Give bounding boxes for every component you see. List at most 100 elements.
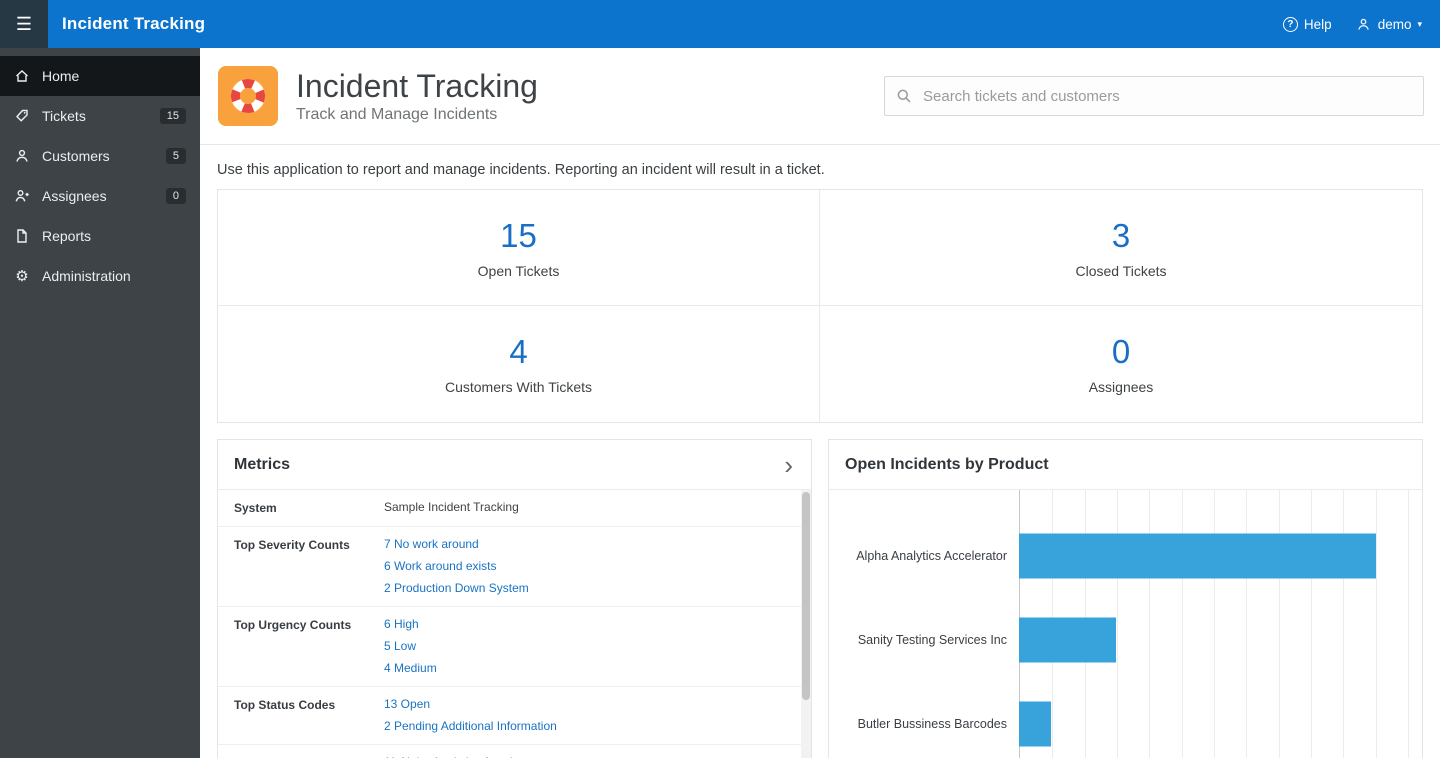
intro-text: Use this application to report and manag… (217, 162, 1423, 178)
search-box (884, 76, 1424, 116)
sidebar-item-administration[interactable]: ⚙ Administration (0, 256, 200, 296)
chart-track (1019, 598, 1408, 682)
sidebar-item-reports[interactable]: Reports (0, 216, 200, 256)
sidebar-item-home[interactable]: Home (0, 56, 200, 96)
chart-card: Open Incidents by Product Alpha Analytic… (828, 439, 1423, 758)
metrics-body: System Sample Incident Tracking Top Seve… (218, 490, 811, 758)
stat-card-customers-with-tickets[interactable]: 4 Customers With Tickets (218, 306, 820, 422)
page-titles: Incident Tracking Track and Manage Incid… (296, 68, 538, 124)
stat-card-open-tickets[interactable]: 15 Open Tickets (218, 190, 820, 306)
metric-link[interactable]: 6 Work around exists (384, 559, 529, 573)
metric-label: System (234, 500, 384, 515)
search-input[interactable] (921, 87, 1412, 106)
stat-label: Closed Tickets (1075, 263, 1166, 279)
sidebar-item-customers[interactable]: Customers 5 (0, 136, 200, 176)
page-title: Incident Tracking (296, 68, 538, 105)
user-label: demo (1378, 17, 1412, 32)
assignees-count-badge: 0 (166, 188, 186, 204)
sidebar-item-label: Reports (42, 228, 91, 244)
chart-row: Sanity Testing Services Inc (829, 598, 1408, 682)
stat-value: 15 (500, 217, 537, 255)
help-link[interactable]: ? Help (1283, 17, 1332, 32)
stat-value: 3 (1112, 217, 1130, 255)
metrics-expand-button[interactable]: › (782, 452, 795, 478)
chevron-right-icon: › (784, 450, 793, 480)
topbar: ☰ Incident Tracking ? Help demo ▾ (0, 0, 1440, 48)
gear-icon: ⚙ (14, 268, 30, 284)
chart-category-label: Sanity Testing Services Inc (829, 633, 1019, 647)
sidebar: Home Tickets 15 Customers 5 (0, 48, 200, 758)
stat-card-closed-tickets[interactable]: 3 Closed Tickets (820, 190, 1422, 306)
metrics-scrollbar-thumb[interactable] (802, 492, 810, 700)
metric-link[interactable]: 6 High (384, 617, 437, 631)
metric-label: Top Status Codes (234, 697, 384, 733)
person-plus-icon (14, 188, 30, 204)
app-root: ☰ Incident Tracking ? Help demo ▾ (0, 0, 1440, 758)
chart-title: Open Incidents by Product (845, 456, 1049, 474)
app-title: Incident Tracking (62, 14, 205, 34)
metric-label: Top Severity Counts (234, 537, 384, 595)
metric-row-status: Top Status Codes 13 Open 2 Pending Addit… (218, 687, 811, 745)
chart-body: Alpha Analytics Accelerator Sanity Testin… (829, 490, 1422, 758)
sidebar-item-assignees[interactable]: Assignees 0 (0, 176, 200, 216)
document-icon (14, 228, 30, 244)
sidebar-item-label: Assignees (42, 188, 107, 204)
sidebar-item-label: Administration (42, 268, 131, 284)
chart-bar[interactable] (1019, 618, 1116, 663)
customers-count-badge: 5 (166, 148, 186, 164)
caret-down-icon: ▾ (1417, 20, 1422, 29)
stat-card-assignees[interactable]: 0 Assignees (820, 306, 1422, 422)
user-menu[interactable]: demo ▾ (1356, 16, 1422, 32)
chart-row: Butler Bussiness Barcodes (829, 682, 1408, 758)
chart-track (1019, 514, 1408, 598)
metric-link[interactable]: 7 No work around (384, 537, 529, 551)
chart-category-label: Butler Bussiness Barcodes (829, 717, 1019, 731)
metric-row-system: System Sample Incident Tracking (218, 490, 811, 527)
metric-link[interactable]: 4 Medium (384, 661, 437, 675)
content-area: Use this application to report and manag… (200, 162, 1440, 758)
sidebar-item-label: Home (42, 68, 79, 84)
help-icon: ? (1283, 17, 1298, 32)
stat-label: Customers With Tickets (445, 379, 592, 395)
sidebar-item-tickets[interactable]: Tickets 15 (0, 96, 200, 136)
metric-row-severity: Top Severity Counts 7 No work around 6 W… (218, 527, 811, 607)
metric-link[interactable]: 13 Open (384, 697, 557, 711)
person-icon (14, 148, 30, 164)
metric-label: Top Urgency Counts (234, 617, 384, 675)
stats-grid: 15 Open Tickets 3 Closed Tickets 4 Custo… (217, 189, 1423, 423)
page-subtitle: Track and Manage Incidents (296, 106, 538, 124)
lower-panels: Metrics › System Sample Incident Trackin… (217, 439, 1423, 758)
topbar-actions: ? Help demo ▾ (1283, 16, 1440, 32)
chart-category-label: Alpha Analytics Accelerator (829, 549, 1019, 563)
chart-bar[interactable] (1019, 534, 1376, 579)
main-content: Incident Tracking Track and Manage Incid… (200, 48, 1440, 758)
metric-link[interactable]: 5 Low (384, 639, 437, 653)
chart-track (1019, 682, 1408, 758)
sidebar-item-label: Tickets (42, 108, 86, 124)
tag-icon (14, 108, 30, 124)
metric-link[interactable]: 2 Pending Additional Information (384, 719, 557, 733)
stat-value: 0 (1112, 333, 1130, 371)
metric-row-urgency: Top Urgency Counts 6 High 5 Low 4 Medium (218, 607, 811, 687)
stat-label: Open Tickets (478, 263, 560, 279)
stat-value: 4 (509, 333, 527, 371)
app-logo-icon (218, 66, 278, 126)
metrics-scrollbar (801, 490, 811, 758)
help-label: Help (1304, 17, 1332, 32)
chart-card-header: Open Incidents by Product (829, 440, 1422, 490)
user-icon (1356, 16, 1372, 32)
metric-link[interactable]: 2 Production Down System (384, 581, 529, 595)
menu-toggle-button[interactable]: ☰ (0, 0, 48, 48)
chart-row: Alpha Analytics Accelerator (829, 514, 1408, 598)
metrics-card-header: Metrics › (218, 440, 811, 490)
metric-row-products: Top Products 11 Alpha Analytics Accelera… (218, 745, 811, 758)
stat-label: Assignees (1089, 379, 1154, 395)
metric-value: Sample Incident Tracking (384, 500, 519, 514)
search-icon (896, 88, 912, 104)
chart-bar[interactable] (1019, 702, 1051, 747)
tickets-count-badge: 15 (160, 108, 186, 124)
metrics-card: Metrics › System Sample Incident Trackin… (217, 439, 812, 758)
chart-rows: Alpha Analytics Accelerator Sanity Testin… (829, 490, 1422, 758)
sidebar-item-label: Customers (42, 148, 110, 164)
home-icon (14, 68, 30, 84)
